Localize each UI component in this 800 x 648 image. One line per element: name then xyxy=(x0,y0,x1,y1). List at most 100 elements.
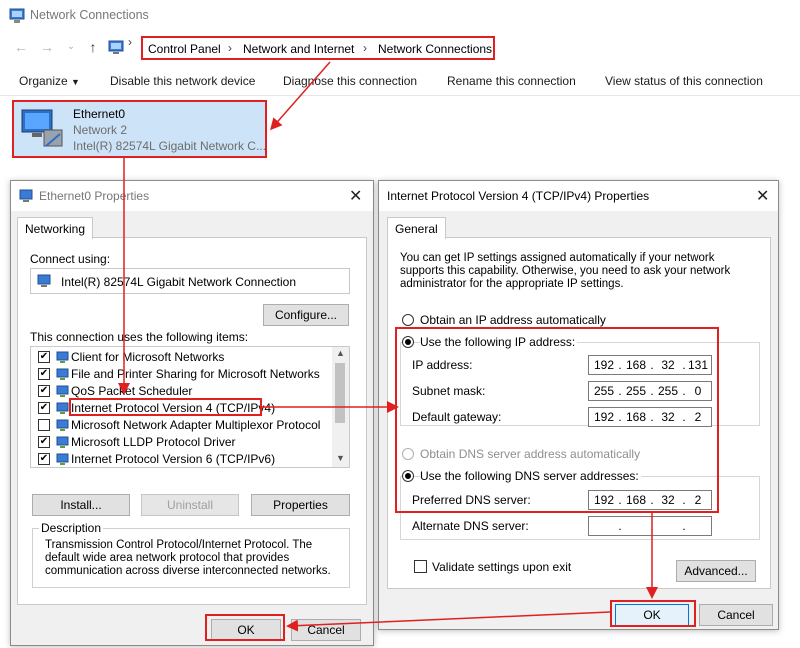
list-item[interactable]: Microsoft LLDP Protocol Driver xyxy=(31,434,331,451)
ethernet-adapter-tile[interactable]: Ethernet0 Network 2 Intel(R) 82574L Giga… xyxy=(12,100,267,158)
network-adapter-icon xyxy=(37,274,53,291)
item-checkbox[interactable] xyxy=(38,385,50,397)
disable-device-button[interactable]: Disable this network device xyxy=(110,74,255,88)
breadcrumb-separator-icon: › xyxy=(363,41,367,55)
validate-checkbox[interactable] xyxy=(414,560,427,573)
subnet-mask-label: Subnet mask: xyxy=(412,384,486,398)
use-following-ip-radio[interactable] xyxy=(402,336,414,348)
ok-button[interactable]: OK xyxy=(211,619,281,641)
network-component-icon xyxy=(56,384,70,401)
default-gateway-field[interactable]: 192. 168. 32. 2 xyxy=(588,407,712,427)
network-component-icon xyxy=(56,452,70,467)
properties-button[interactable]: Properties xyxy=(251,494,350,516)
rename-connection-button[interactable]: Rename this connection xyxy=(447,74,576,88)
intro-text: You can get IP settings assigned automat… xyxy=(400,252,731,290)
connect-using-label: Connect using: xyxy=(30,252,111,266)
list-item[interactable]: Client for Microsoft Networks xyxy=(31,349,331,366)
scrollbar-thumb[interactable] xyxy=(335,363,345,423)
adapter-network: Network 2 xyxy=(73,123,128,137)
octet-dot: . xyxy=(682,519,686,533)
alternate-dns-label: Alternate DNS server: xyxy=(412,519,529,533)
ip-octet-2: 168 xyxy=(625,358,647,372)
advanced-button[interactable]: Advanced... xyxy=(676,560,756,582)
mask-octet-3: 255 xyxy=(657,384,679,398)
breadcrumb-network-and-internet[interactable]: Network and Internet xyxy=(243,42,354,56)
breadcrumb-separator-icon: › xyxy=(128,35,132,49)
preferred-dns-field[interactable]: 192. 168. 32. 2 xyxy=(588,490,712,510)
item-checkbox[interactable] xyxy=(38,402,50,414)
breadcrumb-separator-icon: › xyxy=(228,41,232,55)
item-label: Internet Protocol Version 4 (TCP/IPv4) xyxy=(71,401,276,415)
tab-general[interactable]: General xyxy=(387,217,446,239)
breadcrumb[interactable]: Control Panel › Network and Internet › N… xyxy=(141,36,495,60)
dns1-octet-3: 32 xyxy=(661,493,675,507)
item-checkbox[interactable] xyxy=(38,436,50,448)
scroll-up-icon[interactable]: ▲ xyxy=(336,348,345,358)
adapter-field: Intel(R) 82574L Gigabit Network Connecti… xyxy=(30,268,350,294)
ipv4-properties-dialog: Internet Protocol Version 4 (TCP/IPv4) P… xyxy=(378,180,779,630)
item-checkbox[interactable] xyxy=(38,368,50,380)
close-icon[interactable]: ✕ xyxy=(756,186,769,206)
list-item[interactable]: Internet Protocol Version 6 (TCP/IPv6) xyxy=(31,451,331,467)
window-title: Network Connections xyxy=(30,8,149,22)
obtain-dns-auto-label: Obtain DNS server address automatically xyxy=(420,447,641,461)
item-label: Client for Microsoft Networks xyxy=(71,350,225,364)
item-label: Internet Protocol Version 6 (TCP/IPv6) xyxy=(71,452,276,466)
item-checkbox[interactable] xyxy=(38,351,50,363)
cancel-button[interactable]: Cancel xyxy=(291,619,361,641)
gateway-octet-4: 2 xyxy=(694,410,702,424)
subnet-mask-field[interactable]: 255. 255. 255. 0 xyxy=(588,381,712,401)
dns1-octet-4: 2 xyxy=(694,493,702,507)
network-adapter-icon xyxy=(19,189,35,206)
item-checkbox[interactable] xyxy=(38,453,50,465)
default-gateway-label: Default gateway: xyxy=(412,410,502,424)
description-group: Description Transmission Control Protoco… xyxy=(32,521,350,588)
gateway-octet-3: 32 xyxy=(661,410,675,424)
recent-locations-chevron-icon[interactable]: ⌄ xyxy=(62,38,80,56)
back-arrow-icon[interactable]: ← xyxy=(12,38,30,56)
view-status-button[interactable]: View status of this connection xyxy=(605,74,763,88)
organize-menu[interactable]: Organize ▼ xyxy=(19,74,80,88)
dropdown-arrow-icon: ▼ xyxy=(71,77,80,87)
network-adapter-icon xyxy=(20,108,64,153)
item-label: QoS Packet Scheduler xyxy=(71,384,193,398)
obtain-ip-auto-radio[interactable] xyxy=(402,314,414,326)
organize-label: Organize xyxy=(19,74,68,88)
close-icon[interactable]: ✕ xyxy=(349,186,362,206)
list-scrollbar[interactable]: ▲ ▼ xyxy=(332,347,349,467)
components-list: Client for Microsoft Networks File and Pr… xyxy=(30,346,350,468)
octet-dot: . xyxy=(618,519,622,533)
adapter-device: Intel(R) 82574L Gigabit Network C... xyxy=(73,139,266,153)
alternate-dns-field[interactable]: . . . xyxy=(588,516,712,536)
breadcrumb-network-connections[interactable]: Network Connections xyxy=(378,42,492,56)
breadcrumb-control-panel[interactable]: Control Panel xyxy=(148,42,221,56)
diagnose-connection-button[interactable]: Diagnose this connection xyxy=(283,74,417,88)
ok-button[interactable]: OK xyxy=(615,604,689,626)
list-item[interactable]: QoS Packet Scheduler xyxy=(31,383,331,400)
obtain-ip-auto-label: Obtain an IP address automatically xyxy=(420,313,606,327)
network-component-icon xyxy=(56,367,70,384)
forward-arrow-icon[interactable]: → xyxy=(38,38,56,56)
items-label: This connection uses the following items… xyxy=(30,330,249,344)
scroll-down-icon[interactable]: ▼ xyxy=(336,453,345,463)
tab-networking[interactable]: Networking xyxy=(17,217,94,239)
cancel-button[interactable]: Cancel xyxy=(699,604,773,626)
list-item[interactable]: Microsoft Network Adapter Multiplexor Pr… xyxy=(31,417,331,434)
list-item[interactable]: Internet Protocol Version 4 (TCP/IPv4) xyxy=(31,400,331,417)
use-following-dns-radio[interactable] xyxy=(402,470,414,482)
item-checkbox[interactable] xyxy=(38,419,50,431)
control-panel-icon xyxy=(108,39,124,58)
item-label: Microsoft Network Adapter Multiplexor Pr… xyxy=(71,418,321,432)
configure-button[interactable]: Configure... xyxy=(263,304,349,326)
network-component-icon xyxy=(56,401,70,418)
use-following-dns-label: Use the following DNS server addresses: xyxy=(420,469,641,483)
install-button[interactable]: Install... xyxy=(32,494,130,516)
ethernet-properties-dialog: Ethernet0 Properties ✕ Networking Connec… xyxy=(10,180,374,646)
list-item[interactable]: File and Printer Sharing for Microsoft N… xyxy=(31,366,331,383)
ip-address-field[interactable]: 192. 168. 32. 131 xyxy=(588,355,712,375)
octet-dot: . xyxy=(650,519,654,533)
use-following-ip-label: Use the following IP address: xyxy=(420,335,578,349)
explorer-title-bar: Network Connections xyxy=(0,0,800,32)
up-arrow-icon[interactable]: ↑ xyxy=(84,38,102,56)
network-component-icon xyxy=(56,435,70,452)
